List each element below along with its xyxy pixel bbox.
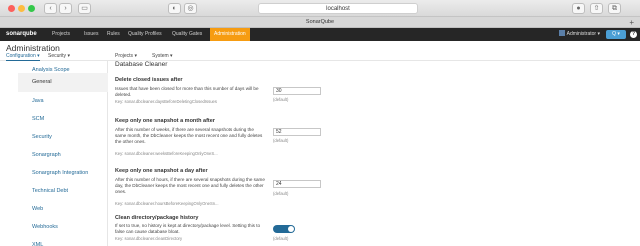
nav-issues[interactable]: Issues — [84, 28, 98, 41]
setting-default-label: (default) — [273, 138, 289, 143]
user-menu-label: Administrator ▾ — [566, 31, 600, 37]
setting-description: After this number of hours, if there are… — [115, 177, 265, 194]
extension-icon[interactable]: ● — [572, 3, 585, 14]
setting-default-label: (default) — [273, 191, 289, 196]
avatar — [558, 30, 565, 36]
back-button[interactable]: ‹ — [44, 3, 57, 14]
category-general[interactable]: General — [18, 73, 108, 92]
browser-tab[interactable]: SonarQube + — [0, 17, 640, 28]
category-java[interactable]: Java — [18, 92, 108, 111]
clean-directory-toggle[interactable] — [273, 225, 295, 233]
setting-value-input[interactable]: 52 — [273, 128, 321, 136]
setting-default-label: (default) — [273, 236, 289, 241]
setting-description: Issues that have been closed for more th… — [115, 86, 259, 97]
category-security[interactable]: Security — [18, 128, 108, 147]
admin-subnav: Configuration ▾ Security ▾ Projects ▾ Sy… — [0, 52, 640, 61]
setting-clean-directory: Clean directory/package history If set t… — [115, 215, 635, 246]
share-icon[interactable]: ⇧ — [590, 3, 603, 14]
nav-quality-profiles[interactable]: Quality Profiles — [128, 28, 162, 41]
setting-snapshot-day: Keep only one snapshot a day after After… — [115, 168, 635, 216]
address-text: localhost — [326, 6, 350, 12]
shield-icon[interactable]: ◐ — [168, 3, 181, 14]
setting-value-input[interactable]: 24 — [273, 180, 321, 188]
setting-key: Key: sonar.dbcleaner.hoursBeforeKeepingO… — [115, 201, 219, 206]
tracker-icon[interactable]: ◎ — [184, 3, 197, 14]
setting-key: Key: sonar.dbcleaner.daysBeforeDeletingC… — [115, 99, 217, 104]
nav-administration[interactable]: Administration — [210, 28, 250, 41]
browser-titlebar: ‹ › ▭ ◐ ◎ localhost ● ⇧ ⧉ — [0, 0, 640, 17]
category-sonargraph[interactable]: Sonargraph — [18, 146, 108, 165]
address-bar[interactable]: localhost — [258, 3, 418, 14]
settings-main: Database Cleaner Delete closed issues af… — [115, 61, 635, 246]
forward-button[interactable]: › — [59, 3, 72, 14]
nav-projects[interactable]: Projects — [52, 28, 70, 41]
toggle-knob — [288, 226, 294, 232]
setting-value-input[interactable]: 30 — [273, 87, 321, 95]
sonarqube-logo[interactable]: sonarqube — [6, 28, 37, 41]
tabs-icon[interactable]: ⧉ — [608, 3, 621, 14]
subnav-configuration[interactable]: Configuration ▾ — [6, 52, 40, 61]
category-sonargraph-integration[interactable]: Sonargraph Integration — [18, 164, 108, 183]
subnav-security[interactable]: Security ▾ — [48, 52, 70, 60]
subnav-system[interactable]: System ▾ — [152, 52, 173, 60]
setting-description: After this number of weeks, if there are… — [115, 127, 263, 144]
setting-title: Keep only one snapshot a month after — [115, 118, 215, 124]
close-window-button[interactable] — [8, 5, 15, 12]
setting-title: Clean directory/package history — [115, 215, 199, 221]
help-icon[interactable]: ? — [630, 31, 637, 38]
search-button[interactable]: Q ▾ — [606, 30, 626, 39]
setting-closed-issues: Delete closed issues after Issues that h… — [115, 77, 635, 111]
category-technical-debt[interactable]: Technical Debt — [18, 182, 108, 201]
top-navigation: sonarqube Projects Issues Rules Quality … — [0, 28, 640, 41]
user-menu[interactable]: Administrator ▾ — [558, 28, 600, 41]
setting-key: Key: sonar.dbcleaner.cleanDirectory — [115, 236, 183, 241]
category-scm[interactable]: SCM — [18, 110, 108, 129]
setting-description: If set to true, no history is kept at di… — [115, 223, 261, 234]
nav-quality-gates[interactable]: Quality Gates — [172, 28, 202, 41]
subnav-projects[interactable]: Projects ▾ — [115, 52, 137, 60]
setting-snapshot-month: Keep only one snapshot a month after Aft… — [115, 118, 635, 166]
setting-default-label: (default) — [273, 97, 289, 102]
sidebar-toggle-icon[interactable]: ▭ — [78, 3, 91, 14]
setting-title: Keep only one snapshot a day after — [115, 168, 208, 174]
setting-key: Key: sonar.dbcleaner.weeksBeforeKeepingO… — [115, 151, 218, 156]
category-webhooks[interactable]: Webhooks — [18, 218, 108, 237]
tab-title: SonarQube — [305, 19, 335, 25]
category-web[interactable]: Web — [18, 200, 108, 219]
section-title: Database Cleaner — [115, 61, 168, 68]
settings-category-list: Analysis Scope General Java SCM Security… — [18, 61, 108, 246]
nav-rules[interactable]: Rules — [107, 28, 120, 41]
minimize-window-button[interactable] — [18, 5, 25, 12]
category-xml[interactable]: XML — [18, 236, 108, 246]
setting-title: Delete closed issues after — [115, 77, 183, 83]
new-tab-icon[interactable]: + — [629, 17, 634, 28]
zoom-window-button[interactable] — [28, 5, 35, 12]
